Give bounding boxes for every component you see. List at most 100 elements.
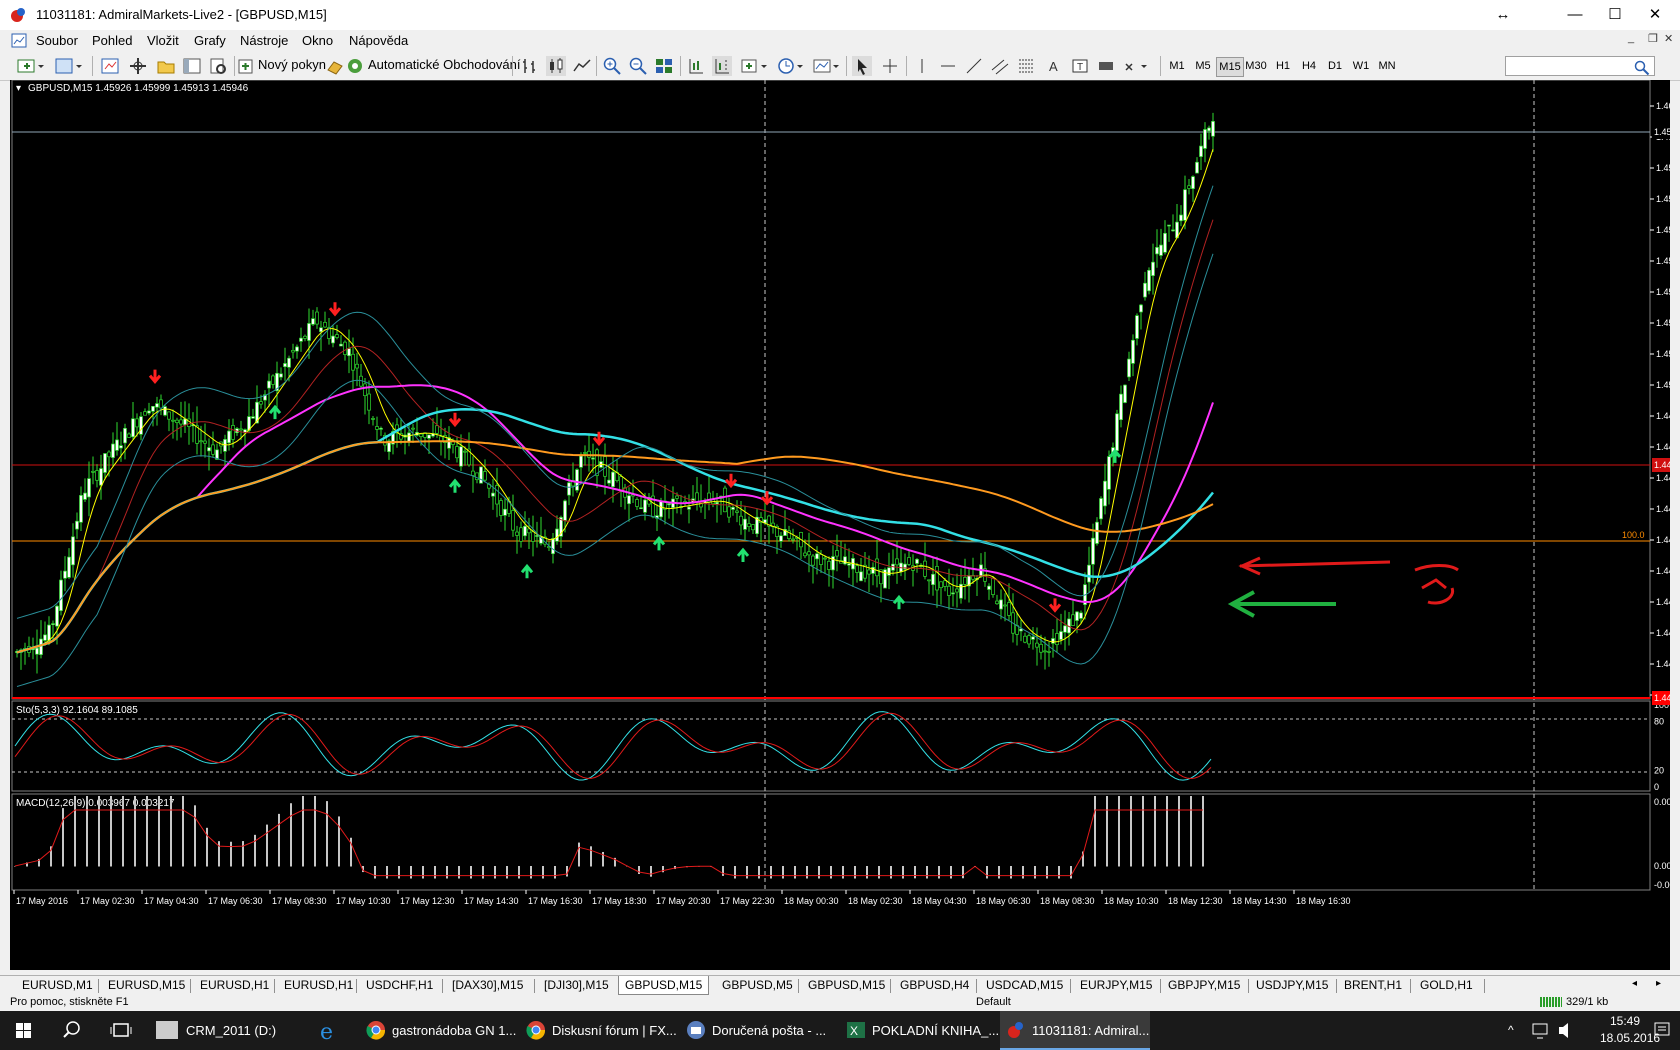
chart-canvas[interactable]: ▾ GBPUSD,M15 1.45926 1.45999 1.45913 1.4… xyxy=(10,80,1670,970)
new-order-icon[interactable] xyxy=(238,56,254,76)
mdi-restore-icon[interactable]: ❐ xyxy=(1648,32,1658,45)
tab-gbpjpy-m15[interactable]: GBPJPY,M15 xyxy=(1168,978,1240,992)
mdi-minimize-icon[interactable]: _ xyxy=(1628,32,1634,44)
tab-eurusd-h1-2[interactable]: EURUSD,H1 xyxy=(284,978,353,992)
bar-chart-icon[interactable] xyxy=(520,56,540,76)
taskbar-item-crm[interactable]: CRM_2011 (D:) xyxy=(150,1011,294,1050)
crosshair-icon[interactable] xyxy=(880,56,900,76)
clock-time[interactable]: 15:49 xyxy=(1610,1013,1640,1029)
tab-dax30-m15[interactable]: [DAX30],M15 xyxy=(452,978,523,992)
terminal-icon[interactable] xyxy=(182,56,202,76)
tab-gbpusd-m5[interactable]: GBPUSD,M5 xyxy=(722,978,793,992)
macd-bar xyxy=(770,866,772,879)
taskbar-item-metatrader[interactable]: 11031181: Admiral... xyxy=(1000,1011,1150,1050)
mdi-close-icon[interactable]: ✕ xyxy=(1664,32,1673,45)
candle-body xyxy=(807,551,811,556)
task-view-icon[interactable] xyxy=(110,1011,132,1050)
taskbar-item-excel[interactable]: X POKLADNÍ KNIHA_... xyxy=(840,1011,999,1050)
tray-chevron-icon[interactable]: ^ xyxy=(1508,1011,1514,1050)
tab-gbpusd-m15[interactable]: GBPUSD,M15 xyxy=(808,978,885,992)
close-button[interactable]: ✕ xyxy=(1632,0,1678,30)
tab-eurusd-m1[interactable]: EURUSD,M1 xyxy=(22,978,93,992)
taskbar-item-chrome-2[interactable]: Diskusní fórum | FX... xyxy=(520,1011,677,1050)
timeframe-m15[interactable]: M15 xyxy=(1216,57,1244,77)
timeframe-h4[interactable]: H4 xyxy=(1296,57,1322,75)
indicators-icon[interactable] xyxy=(740,56,770,76)
taskbar-item-mail[interactable]: Doručená pošta - ... xyxy=(680,1011,830,1050)
candle-body xyxy=(943,580,947,587)
tab-usdcad-m15[interactable]: USDCAD,M15 xyxy=(986,978,1063,992)
periods-icon[interactable] xyxy=(776,56,806,76)
tile-windows-icon[interactable] xyxy=(654,56,674,76)
candle-body xyxy=(1167,224,1171,227)
profiles-icon[interactable] xyxy=(54,56,84,76)
notifications-icon[interactable] xyxy=(1652,1011,1672,1050)
timeframe-m30[interactable]: M30 xyxy=(1243,57,1269,75)
resize-icon[interactable]: ↔ xyxy=(1480,0,1526,30)
tab-scroll-right-icon[interactable]: ▸ xyxy=(1656,978,1661,989)
zoom-in-icon[interactable] xyxy=(602,56,622,76)
auto-scroll-icon[interactable] xyxy=(686,56,706,76)
internet-explorer-icon[interactable]: e xyxy=(318,1011,342,1050)
candle-body xyxy=(1027,635,1031,645)
tab-gold-h1[interactable]: GOLD,H1 xyxy=(1420,978,1473,992)
tray-volume-icon[interactable] xyxy=(1556,1011,1576,1050)
equidistant-channel-icon[interactable] xyxy=(990,56,1010,76)
tab-usdchf-h1[interactable]: USDCHF,H1 xyxy=(366,978,433,992)
menu-napoveda[interactable]: Nápověda xyxy=(349,33,408,48)
tab-usdjpy-m15[interactable]: USDJPY,M15 xyxy=(1256,978,1328,992)
zoom-out-icon[interactable] xyxy=(628,56,648,76)
folder-star-icon[interactable] xyxy=(156,56,176,76)
timeframe-h1[interactable]: H1 xyxy=(1270,57,1296,75)
new-chart-icon[interactable] xyxy=(16,56,46,76)
tester-icon[interactable] xyxy=(208,56,228,76)
tab-gbpusd-m15-active[interactable]: GBPUSD,M15 xyxy=(618,976,710,995)
market-watch-icon[interactable] xyxy=(100,56,120,76)
tab-brent-h1[interactable]: BRENT,H1 xyxy=(1344,978,1402,992)
tab-scroll-left-icon[interactable]: ◂ xyxy=(1632,978,1637,989)
tray-network-icon[interactable] xyxy=(1530,1011,1550,1050)
chart-window[interactable]: ▾ GBPUSD,M15 1.45926 1.45999 1.45913 1.4… xyxy=(10,80,1670,970)
tab-gbpusd-h4[interactable]: GBPUSD,H4 xyxy=(900,978,969,992)
fibonacci-icon[interactable] xyxy=(1016,56,1036,76)
tab-eurjpy-m15[interactable]: EURJPY,M15 xyxy=(1080,978,1152,992)
horizontal-line-icon[interactable] xyxy=(938,56,958,76)
time-tick-label: 17 May 06:30 xyxy=(208,896,263,906)
text-icon[interactable]: A xyxy=(1044,56,1064,76)
chart-shift-icon[interactable] xyxy=(712,56,732,76)
timeframe-mn[interactable]: MN xyxy=(1374,57,1400,75)
search-input[interactable] xyxy=(1505,56,1655,76)
text-label-icon[interactable]: T xyxy=(1070,56,1090,76)
tab-dji30-m15[interactable]: [DJI30],M15 xyxy=(544,978,609,992)
menu-vlozit[interactable]: Vložit xyxy=(147,33,179,48)
arrow-label-icon[interactable] xyxy=(1096,56,1116,76)
menu-grafy[interactable]: Grafy xyxy=(194,33,226,48)
cursor-icon[interactable] xyxy=(852,56,872,76)
vertical-line-icon[interactable] xyxy=(912,56,932,76)
templates-icon[interactable] xyxy=(812,56,842,76)
menu-nastroje[interactable]: Nástroje xyxy=(240,33,288,48)
taskbar-item-chrome-1[interactable]: gastronádoba GN 1... xyxy=(360,1011,516,1050)
timeframe-m5[interactable]: M5 xyxy=(1190,57,1216,75)
tab-eurusd-h1[interactable]: EURUSD,H1 xyxy=(200,978,269,992)
auto-trading-button[interactable]: Automatické Obchodování xyxy=(368,57,520,72)
menu-soubor[interactable]: Soubor xyxy=(36,33,78,48)
search-taskbar-icon[interactable] xyxy=(62,1011,82,1050)
line-chart-icon[interactable] xyxy=(572,56,592,76)
timeframe-w1[interactable]: W1 xyxy=(1348,57,1374,75)
timeframe-m1[interactable]: M1 xyxy=(1164,57,1190,75)
candlestick-chart-icon[interactable] xyxy=(546,56,566,76)
menu-okno[interactable]: Okno xyxy=(302,33,333,48)
candle-body xyxy=(535,535,539,537)
arrows-icon[interactable] xyxy=(1122,56,1152,76)
search-icon[interactable] xyxy=(1634,58,1650,78)
timeframe-d1[interactable]: D1 xyxy=(1322,57,1348,75)
candle-body xyxy=(895,558,899,566)
windows-start-icon[interactable] xyxy=(14,1011,34,1050)
new-order-button[interactable]: Nový pokyn xyxy=(258,57,326,72)
trendline-icon[interactable] xyxy=(964,56,984,76)
auto-trading-icon[interactable] xyxy=(346,56,364,76)
menu-pohled[interactable]: Pohled xyxy=(92,33,132,48)
tab-eurusd-m15[interactable]: EURUSD,M15 xyxy=(108,978,185,992)
navigator-icon[interactable] xyxy=(128,56,148,76)
